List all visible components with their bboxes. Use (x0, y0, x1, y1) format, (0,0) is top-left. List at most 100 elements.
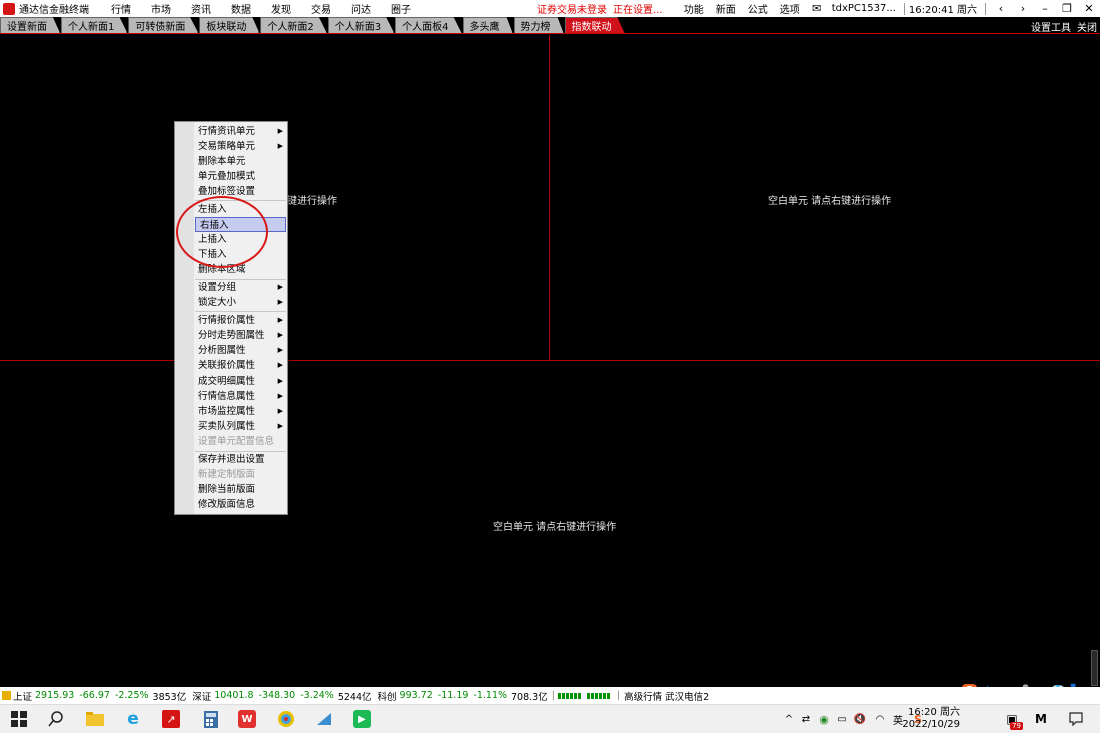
tab-settings-face[interactable]: 设置新面 (0, 17, 60, 33)
tab-personal-1[interactable]: 个人新面1 (61, 17, 128, 33)
tray-battery-icon[interactable]: ▭ (836, 710, 848, 728)
menu-item-order-queue-props[interactable]: 买卖队列属性 ▶ (194, 419, 287, 434)
action-center-icon[interactable] (1067, 710, 1085, 728)
close-settings-button[interactable]: 关闭 (1077, 19, 1097, 34)
submenu-arrow-icon: ▶ (277, 142, 283, 150)
file-explorer-icon[interactable] (86, 710, 104, 728)
menu-item-save-exit-settings[interactable]: 保存并退出设置 (194, 452, 287, 467)
tab-sector-linkage[interactable]: 板块联动 (199, 17, 260, 33)
layout-tab-bar: 设置新面 个人新面1 可转债新面 板块联动 个人新面2 个人新面3 个人面板4 … (0, 17, 1100, 34)
menu-item-quote-info-unit[interactable]: 行情资讯单元 ▶ (194, 124, 287, 139)
tray-time: 16:20 周六 (908, 707, 960, 718)
tdx-app-icon[interactable]: ↗ (162, 710, 180, 728)
media-player-icon[interactable] (277, 710, 295, 728)
tab-personal-4[interactable]: 个人面板4 (395, 17, 462, 33)
login-status[interactable]: 证券交易未登录 (537, 1, 607, 16)
menu-trade[interactable]: 交易 (311, 1, 331, 16)
submenu-arrow-icon: ▶ (277, 331, 283, 339)
tab-personal-3[interactable]: 个人新面3 (327, 17, 395, 33)
minimize-icon[interactable]: – (1037, 2, 1053, 15)
menu-item-trade-strategy-unit[interactable]: 交易策略单元 ▶ (194, 139, 287, 154)
tray-security-icon[interactable]: ◉ (818, 710, 830, 728)
context-menu: 行情资讯单元 ▶ 交易策略单元 ▶ 删除本单元 单元叠加模式 叠加标签设置 左插入 … (174, 121, 288, 515)
menu-item-market-info-props[interactable]: 行情信息属性 ▶ (194, 389, 287, 404)
submenu-arrow-icon: ▶ (277, 346, 283, 354)
app-icon-green[interactable]: ▶ (353, 710, 371, 728)
empty-pane-hint-bottom: 空白单元 请点右键进行操作 (493, 522, 617, 533)
kc-amount: 708.3亿 (511, 691, 548, 703)
menu-item-trade-detail-props[interactable]: 成交明细属性 ▶ (194, 374, 287, 389)
menu-formula[interactable]: 公式 (748, 1, 768, 16)
menu-discover[interactable]: 发现 (271, 1, 291, 16)
market-status-bar: 上证 2915.93 -66.97 -2.25% 3853亿 深证 10401.… (0, 687, 1100, 704)
mail-icon[interactable]: ✉ (809, 2, 825, 15)
sz-label[interactable]: 深证 (192, 689, 211, 703)
restore-icon[interactable]: ❐ (1059, 2, 1075, 15)
feed-status[interactable]: 高级行情 武汉电信2 (624, 689, 709, 703)
menu-function[interactable]: 功能 (684, 1, 704, 16)
menu-item-analysis-chart-props[interactable]: 分析图属性 ▶ (194, 343, 287, 358)
sh-value: 2915.93 (35, 690, 75, 701)
notification-badge: 79 (1010, 722, 1023, 730)
menu-ask[interactable]: 问达 (351, 1, 371, 16)
tray-wifi-icon[interactable]: ◠ (874, 710, 886, 728)
user-id[interactable]: tdxPC1537... (832, 3, 896, 14)
index-icon[interactable] (2, 691, 11, 700)
advance-decline-bars-2 (586, 692, 610, 699)
advance-decline-bars (557, 692, 581, 699)
close-icon[interactable]: ✕ (1081, 2, 1097, 15)
app-icon-blue[interactable] (315, 710, 333, 728)
menu-item-delete-current-layout[interactable]: 删除当前版面 (194, 482, 287, 497)
title-bar-right: 功能 新面 公式 选项 ✉ tdxPC1537... 16:20:41 周六 ‹… (678, 0, 1100, 17)
horizontal-divider[interactable] (0, 360, 1100, 361)
windows-start-icon[interactable] (10, 710, 28, 728)
menu-item-delete-unit[interactable]: 删除本单元 (194, 154, 287, 169)
submenu-arrow-icon: ▶ (277, 422, 283, 430)
wps-icon[interactable]: W (238, 710, 256, 728)
menu-item-market-monitor-props[interactable]: 市场监控属性 ▶ (194, 404, 287, 419)
title-bar: 通达信金融终端 行情 市场 资讯 数据 发现 交易 问达 圈子 证券交易未登录 … (0, 0, 1100, 17)
menu-circle[interactable]: 圈子 (391, 1, 411, 16)
menu-options[interactable]: 选项 (780, 1, 800, 16)
tab-power-rank[interactable]: 势力榜 (513, 17, 564, 33)
search-icon[interactable] (47, 710, 65, 728)
menu-exchange[interactable]: 市场 (151, 1, 171, 16)
menu-market[interactable]: 行情 (111, 1, 131, 16)
menu-item-set-group[interactable]: 设置分组 ▶ (194, 280, 287, 295)
tab-index-linkage[interactable]: 指数联动 (564, 17, 625, 33)
menu-item-linked-quote-props[interactable]: 关联报价属性 ▶ (194, 358, 287, 373)
app-title: 通达信金融终端 (19, 5, 89, 16)
kc-label[interactable]: 科创 (378, 689, 397, 703)
vertical-divider[interactable] (549, 35, 550, 360)
calculator-icon[interactable] (202, 710, 220, 728)
menu-new-face[interactable]: 新面 (716, 1, 736, 16)
menu-item-unit-overlay-mode[interactable]: 单元叠加模式 (194, 169, 287, 184)
menu-item-edit-layout-info[interactable]: 修改版面信息 (194, 497, 287, 512)
vertical-scrollbar[interactable] (1091, 650, 1098, 686)
tray-app-m-icon[interactable]: M (1032, 710, 1050, 728)
divider: | (616, 690, 621, 701)
submenu-arrow-icon: ▶ (277, 361, 283, 369)
empty-pane-hint-top-left: 键进行操作 (287, 196, 337, 207)
tray-clock[interactable]: 16:20 周六 2022/10/29 (902, 707, 960, 731)
tab-bull-eagle[interactable]: 多头鹰 (462, 17, 513, 33)
back-icon[interactable]: ‹ (993, 2, 1009, 15)
sh-pct: -2.25% (114, 690, 149, 701)
menu-data[interactable]: 数据 (231, 1, 251, 16)
forward-icon[interactable]: › (1015, 2, 1031, 15)
ie-browser-icon[interactable]: e (124, 709, 142, 729)
menu-item-intraday-chart-props[interactable]: 分时走势图属性 ▶ (194, 328, 287, 343)
tab-convertible-bond[interactable]: 可转债新面 (128, 17, 199, 33)
menu-news[interactable]: 资讯 (191, 1, 211, 16)
kc-pct: -1.11% (473, 690, 508, 701)
tray-expand-icon[interactable]: ^ (784, 710, 794, 728)
tray-volume-icon[interactable]: 🔇 (854, 710, 866, 728)
tab-personal-2[interactable]: 个人新面2 (260, 17, 327, 33)
submenu-arrow-icon: ▶ (277, 316, 283, 324)
sh-label[interactable]: 上证 (13, 689, 32, 703)
menu-divider (195, 311, 286, 312)
menu-item-quote-props[interactable]: 行情报价属性 ▶ (194, 313, 287, 328)
setting-tools-button[interactable]: 设置工具 (1031, 19, 1071, 34)
menu-item-lock-size[interactable]: 锁定大小 ▶ (194, 295, 287, 310)
tray-network-swap-icon[interactable]: ⇄ (800, 710, 812, 728)
